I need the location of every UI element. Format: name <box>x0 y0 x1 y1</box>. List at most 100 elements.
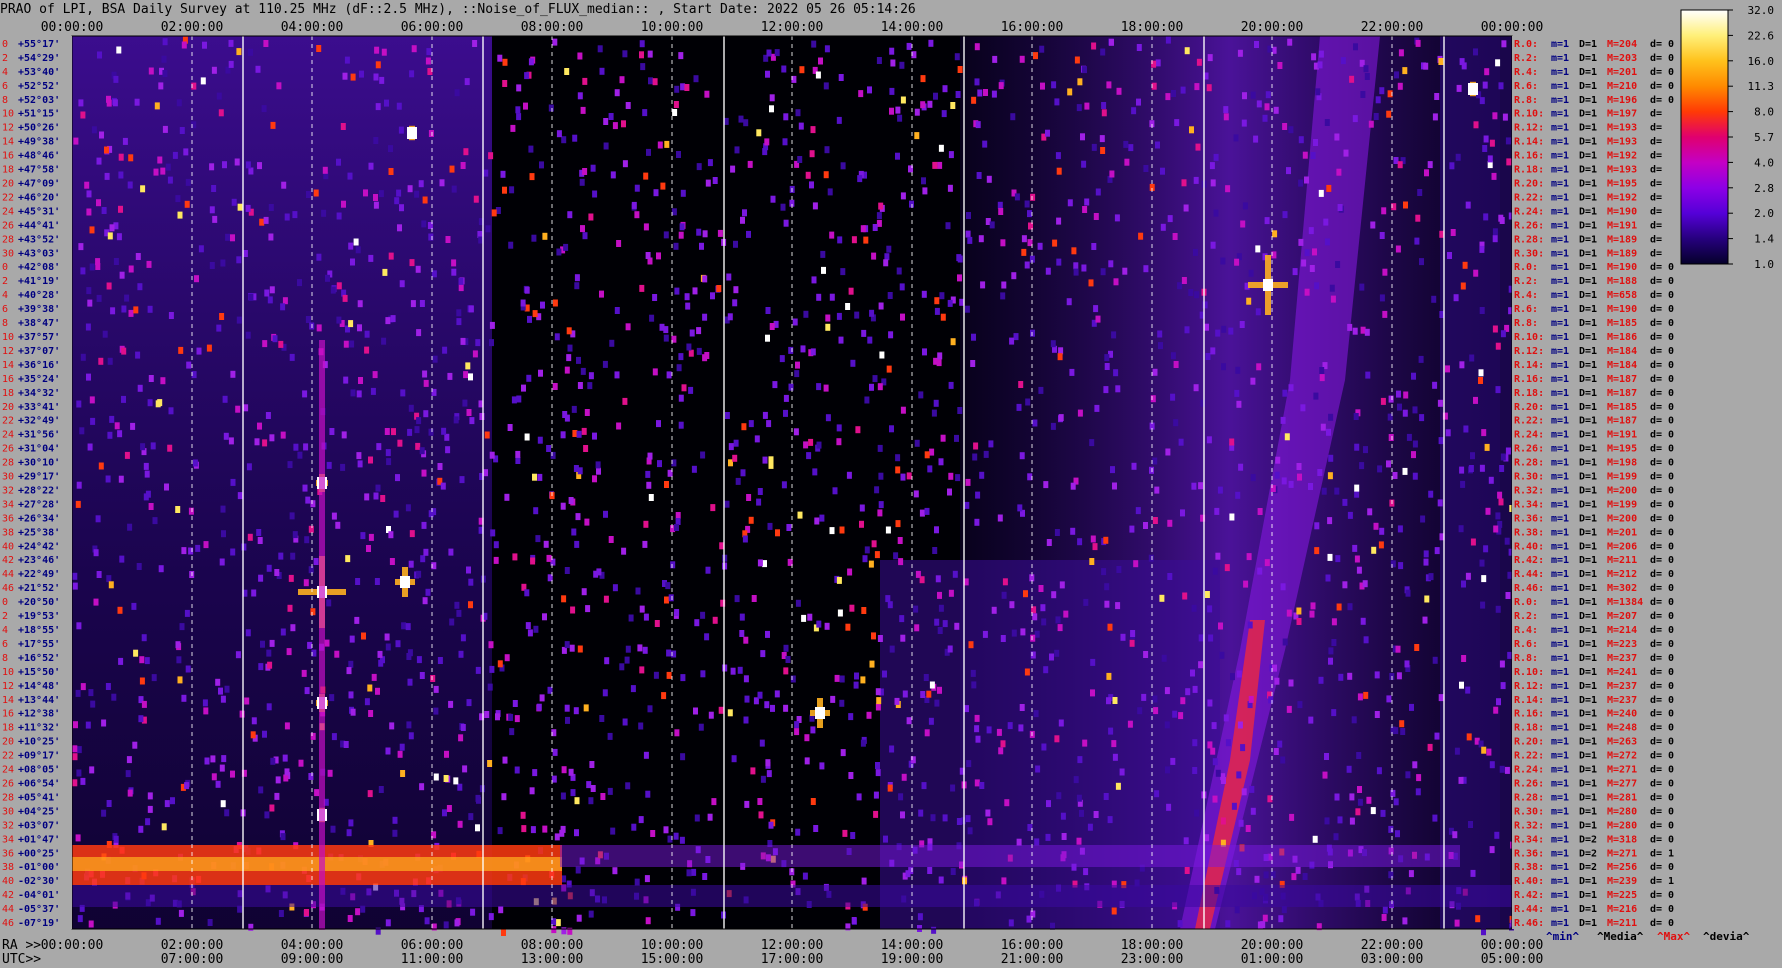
stats-region: R.16: <box>1514 709 1544 720</box>
stats-region: R.34: <box>1514 499 1544 510</box>
dec-label: +17°55' <box>18 639 60 650</box>
stats-median: D=1 <box>1579 220 1597 231</box>
stats-region: R.42: <box>1514 555 1544 566</box>
stats-devia: d= <box>1650 179 1662 190</box>
stats-min: m=1 <box>1551 681 1569 692</box>
stats-legend-item: ^devia^ <box>1703 930 1750 943</box>
dec-label: +31°04' <box>18 444 60 455</box>
stats-min: m=1 <box>1551 778 1569 789</box>
stats-row: R.36: m=1 D=2 M=271 d= 1 <box>1514 848 1674 859</box>
colorbar: 32.0 22.6 16.0 11.3 8.0 5.7 4.0 2.8 2.0 1.4 1.0 <box>1680 6 1775 268</box>
stats-max: M=225 <box>1607 890 1637 901</box>
stats-region: R.26: <box>1514 220 1544 231</box>
stats-max: M=240 <box>1607 709 1637 720</box>
stats-median: D=1 <box>1579 737 1597 748</box>
stats-max: M=184 <box>1607 346 1637 357</box>
stats-median: D=1 <box>1579 639 1597 650</box>
stats-region: R.24: <box>1514 206 1544 217</box>
stats-max: M=216 <box>1607 904 1637 915</box>
stats-min: m=1 <box>1551 276 1569 287</box>
dec-label: +04°25' <box>18 806 60 817</box>
stats-max: M=199 <box>1607 472 1637 483</box>
stats-devia: d= 0 <box>1650 765 1674 776</box>
stats-row: R.8: m=1 D=1 M=185 d= 0 <box>1514 318 1674 329</box>
stats-median: D=1 <box>1579 876 1597 887</box>
stats-row: R.46: m=1 D=1 M=211 d= 0 <box>1514 918 1674 929</box>
stats-max: M=190 <box>1607 262 1637 273</box>
stats-devia: d= 0 <box>1650 737 1674 748</box>
colorbar-tick: 32.0 <box>1748 6 1775 17</box>
row-index-label: 28 <box>2 458 14 469</box>
stats-row: R.34: m=1 D=1 M=199 d= 0 <box>1514 499 1674 510</box>
stats-region: R.12: <box>1514 346 1544 357</box>
stats-median: D=1 <box>1579 416 1597 427</box>
dec-label: +10°25' <box>18 737 60 748</box>
stats-region: R.22: <box>1514 751 1544 762</box>
stats-devia: d= 0 <box>1650 513 1674 524</box>
stats-region: R.10: <box>1514 109 1544 120</box>
colorbar-tick: 22.6 <box>1748 29 1775 42</box>
utc-axis-tick: 03:00:00 <box>1361 952 1424 967</box>
stats-max: M=271 <box>1607 848 1637 859</box>
stats-region: R.36: <box>1514 513 1544 524</box>
dec-label: +42°08' <box>18 262 60 273</box>
stats-min: m=1 <box>1551 499 1569 510</box>
stats-max: M=248 <box>1607 723 1637 734</box>
row-index-label: 22 <box>2 416 14 427</box>
stats-max: M=263 <box>1607 737 1637 748</box>
stats-min: m=1 <box>1551 918 1569 929</box>
row-index-label: 42 <box>2 555 14 566</box>
stats-region: R.24: <box>1514 765 1544 776</box>
stats-max: M=195 <box>1607 444 1637 455</box>
dec-label: +32°49' <box>18 416 60 427</box>
stats-region: R.8: <box>1514 95 1538 106</box>
utc-axis-tick: 09:00:00 <box>281 952 344 967</box>
stats-row: R.14: m=1 D=1 M=237 d= 0 <box>1514 695 1674 706</box>
stats-median: D=1 <box>1579 346 1597 357</box>
stats-min: m=1 <box>1551 485 1569 496</box>
stats-min: m=1 <box>1551 611 1569 622</box>
stats-max: M=198 <box>1607 458 1637 469</box>
dec-label: +48°46' <box>18 151 60 162</box>
stats-min: m=1 <box>1551 402 1569 413</box>
dec-label: +36°16' <box>18 360 60 371</box>
top-axis-tick: 00:00:00 <box>41 20 104 35</box>
stats-row: R.18: m=1 D=1 M=248 d= 0 <box>1514 723 1674 734</box>
stats-median: D=1 <box>1579 765 1597 776</box>
stats-devia: d= 0 <box>1650 81 1674 92</box>
ra-axis-tick: 18:00:00 <box>1121 938 1184 953</box>
stats-median: D=1 <box>1579 709 1597 720</box>
row-index-label: 18 <box>2 165 14 176</box>
stats-row: R.20: m=1 D=1 M=185 d= 0 <box>1514 402 1674 413</box>
stats-region: R.32: <box>1514 820 1544 831</box>
ra-axis-tick: 08:00:00 <box>521 938 584 953</box>
stats-min: m=1 <box>1551 430 1569 441</box>
stats-median: D=1 <box>1579 234 1597 245</box>
colorbar-tick: 5.7 <box>1754 131 1774 144</box>
stats-min: m=1 <box>1551 290 1569 301</box>
stats-region: R.4: <box>1514 625 1538 636</box>
stats-median: D=1 <box>1579 137 1597 148</box>
stats-median: D=1 <box>1579 527 1597 538</box>
stats-max: M=192 <box>1607 151 1637 162</box>
row-index-label: 30 <box>2 806 14 817</box>
stats-devia: d= 0 <box>1650 430 1674 441</box>
stats-median: D=1 <box>1579 611 1597 622</box>
dec-label: +28°22' <box>18 485 60 496</box>
stats-min: m=1 <box>1551 820 1569 831</box>
stats-median: D=1 <box>1579 695 1597 706</box>
dec-label: -04°01' <box>18 890 60 901</box>
dec-label: +13°44' <box>18 695 60 706</box>
dec-label: +30°10' <box>18 458 60 469</box>
stats-min: m=1 <box>1551 834 1569 845</box>
stats-median: D=1 <box>1579 513 1597 524</box>
row-index-label: 24 <box>2 765 14 776</box>
stats-median: D=1 <box>1579 81 1597 92</box>
stats-max: M=239 <box>1607 876 1637 887</box>
stats-min: m=1 <box>1551 737 1569 748</box>
stats-row: R.28: m=1 D=1 M=198 d= 0 <box>1514 458 1674 469</box>
row-index-label: 34 <box>2 499 14 510</box>
dec-label: +26°34' <box>18 513 60 524</box>
stats-min: m=1 <box>1551 318 1569 329</box>
stats-min: m=1 <box>1551 151 1569 162</box>
